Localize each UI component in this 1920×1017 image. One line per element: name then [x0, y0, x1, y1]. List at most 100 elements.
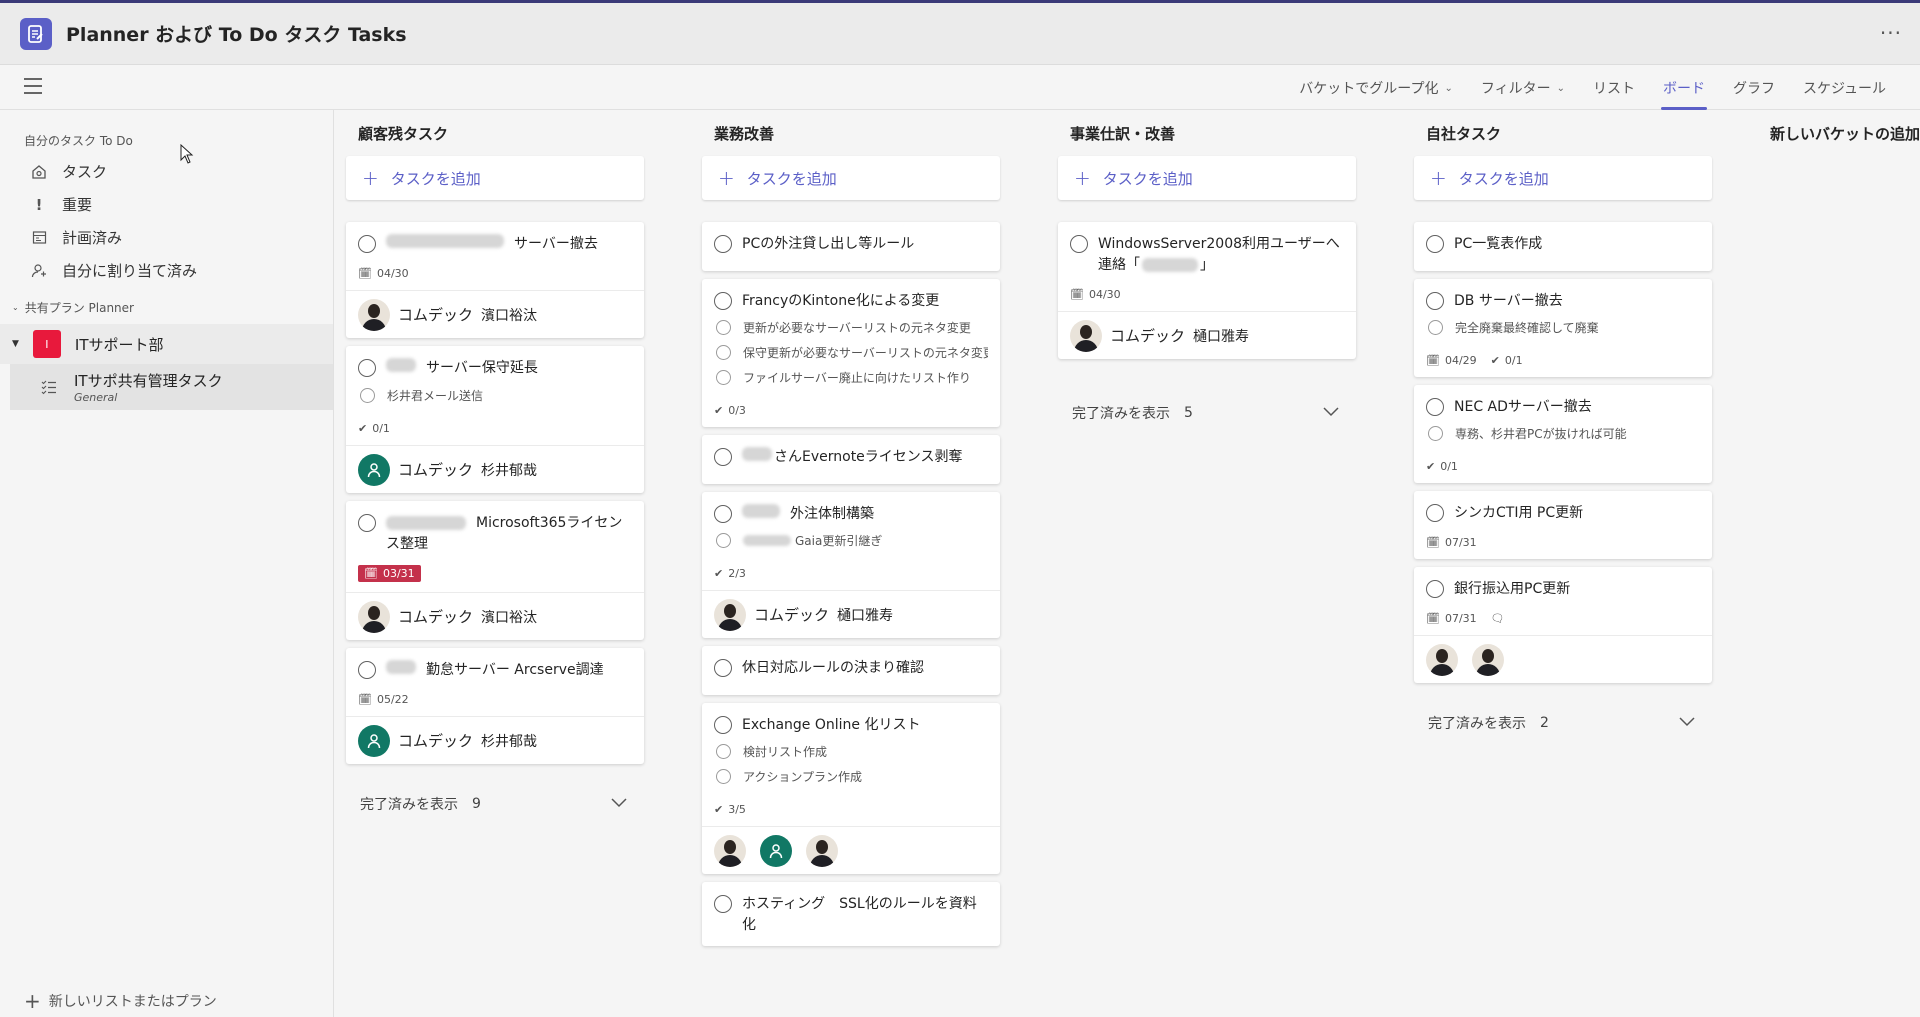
complete-task-checkbox[interactable]: [714, 505, 732, 523]
sidebar-plan-it-support[interactable]: ▼ I ITサポート部: [0, 324, 333, 364]
task-card[interactable]: Exchange Online 化リスト 検討リスト作成 アクションプラン作成 …: [702, 703, 1000, 874]
sidebar-item-important[interactable]: ! 重要: [0, 188, 333, 221]
more-options-icon[interactable]: ···: [1880, 21, 1902, 45]
chevron-down-icon: ⌄: [12, 303, 19, 312]
bucket-customer-tasks: 顧客残タスク + タスクを追加 サーバー撤去 🗓 04/30 コムデック 濱口裕汰 サ…: [346, 110, 644, 822]
shared-plans-section-header[interactable]: ⌄ 共有プラン Planner: [0, 299, 333, 316]
checklist-item-checkbox[interactable]: [1428, 320, 1443, 335]
task-card[interactable]: 外注体制構築 Gaia更新引継ぎ ✔ 2/3 コムデック 樋口雅寿: [702, 492, 1000, 638]
complete-task-checkbox[interactable]: [1426, 235, 1444, 253]
assignee-company: コムデック: [398, 732, 474, 750]
task-title: サーバー保守延長: [426, 360, 538, 376]
task-card[interactable]: PCの外注貸し出し等ルール: [702, 222, 1000, 271]
redacted-text: [742, 447, 772, 461]
checklist-item-checkbox[interactable]: [716, 533, 731, 548]
assignees[interactable]: [1414, 635, 1712, 683]
task-card[interactable]: サーバー保守延長 杉井君メール送信 ✔ 0/1 コムデック 杉井郁哉: [346, 346, 644, 493]
add-new-bucket-button[interactable]: 新しいバケットの追加: [1770, 110, 1920, 156]
assignee[interactable]: コムデック 樋口雅寿: [702, 590, 1000, 638]
task-card[interactable]: WindowsServer2008利用ユーザーへ連絡「」 🗓 04/30 コムデッ…: [1058, 222, 1356, 359]
add-task-button[interactable]: + タスクを追加: [702, 156, 1000, 200]
hamburger-menu-icon[interactable]: [24, 78, 42, 96]
assignee[interactable]: コムデック 濱口裕汰: [346, 290, 644, 338]
task-title-end: 」: [1200, 257, 1214, 273]
complete-task-checkbox[interactable]: [714, 895, 732, 913]
due-date: 04/30: [1088, 288, 1121, 301]
tab-chart[interactable]: グラフ: [1719, 66, 1789, 110]
assignees[interactable]: [702, 826, 1000, 874]
complete-task-checkbox[interactable]: [1426, 580, 1444, 598]
plan-name: ITサポート部: [74, 335, 164, 354]
subplan-name: ITサポ共有管理タスク: [74, 372, 223, 390]
sidebar-item-planned[interactable]: 計画済み: [0, 221, 333, 254]
plus-icon: +: [718, 166, 735, 190]
checklist-item-checkbox[interactable]: [716, 370, 731, 385]
plus-icon: +: [1430, 166, 1447, 190]
checklist-item-checkbox[interactable]: [716, 769, 731, 784]
chevron-down-icon: [1322, 405, 1340, 421]
sidebar-item-label: タスク: [62, 163, 108, 181]
task-title: さんEvernoteライセンス剥奪: [774, 449, 963, 465]
checklist-item: 杉井君メール送信: [387, 389, 484, 403]
complete-task-checkbox[interactable]: [714, 659, 732, 677]
checklist-item-checkbox[interactable]: [360, 388, 375, 403]
show-completed-toggle[interactable]: 完了済みを表示 2: [1414, 705, 1712, 741]
task-card[interactable]: PC一覧表作成: [1414, 222, 1712, 271]
task-card[interactable]: NEC ADサーバー撤去 専務、杉井君PCが抜ければ可能 ✔ 0/1: [1414, 385, 1712, 483]
sidebar-subplan-it-shared[interactable]: ITサポ共有管理タスク General: [10, 364, 333, 410]
complete-task-checkbox[interactable]: [358, 235, 376, 253]
calendar-icon: 🗓: [358, 693, 372, 706]
task-card[interactable]: FrancyのKintone化による変更 更新が必要なサーバーリストの元ネタ変更…: [702, 279, 1000, 427]
task-card[interactable]: シンカCTI用 PC更新 🗓 07/31: [1414, 491, 1712, 559]
person-avatar-icon: [358, 724, 390, 757]
checklist-item-checkbox[interactable]: [716, 320, 731, 335]
chevron-down-icon: [1678, 715, 1696, 731]
task-title: 勤怠サーバー Arcserve調達: [426, 662, 604, 678]
assignee[interactable]: コムデック 杉井郁哉: [346, 445, 644, 493]
assignee[interactable]: コムデック 杉井郁哉: [346, 716, 644, 764]
caret-down-icon[interactable]: ▼: [12, 339, 19, 349]
complete-task-checkbox[interactable]: [714, 716, 732, 734]
sidebar-item-assigned-to-me[interactable]: 自分に割り当て済み: [0, 254, 333, 287]
checklist-item-checkbox[interactable]: [716, 744, 731, 759]
show-completed-toggle[interactable]: 完了済みを表示 9: [346, 786, 644, 822]
checklist-item-checkbox[interactable]: [716, 345, 731, 360]
tab-board[interactable]: ボード: [1649, 66, 1719, 110]
show-completed-toggle[interactable]: 完了済みを表示 5: [1058, 395, 1356, 431]
complete-task-checkbox[interactable]: [358, 514, 376, 532]
task-card[interactable]: 勤怠サーバー Arcserve調達 🗓 05/22 コムデック 杉井郁哉: [346, 648, 644, 764]
add-task-button[interactable]: + タスクを追加: [346, 156, 644, 200]
task-title: Exchange Online 化リスト: [742, 717, 921, 733]
assignee[interactable]: コムデック 濱口裕汰: [346, 592, 644, 640]
checklist-progress: 0/1: [372, 422, 390, 435]
task-card[interactable]: DB サーバー撤去 完全廃棄最終確認して廃棄 🗓 04/29 ✔ 0/1: [1414, 279, 1712, 377]
checklist-item-checkbox[interactable]: [1428, 426, 1443, 441]
complete-task-checkbox[interactable]: [358, 359, 376, 377]
add-task-button[interactable]: + タスクを追加: [1414, 156, 1712, 200]
complete-task-checkbox[interactable]: [1426, 504, 1444, 522]
complete-task-checkbox[interactable]: [714, 448, 732, 466]
sidebar-item-tasks[interactable]: タスク: [0, 155, 333, 188]
new-list-or-plan-button[interactable]: + 新しいリストまたはプラン: [24, 989, 217, 1013]
tab-list[interactable]: リスト: [1579, 66, 1649, 110]
complete-task-checkbox[interactable]: [1426, 292, 1444, 310]
complete-task-checkbox[interactable]: [1070, 235, 1088, 253]
filter-dropdown[interactable]: フィルター ⌄: [1467, 66, 1579, 110]
task-card[interactable]: ホスティング SSL化のルールを資料化: [702, 882, 1000, 946]
complete-task-checkbox[interactable]: [714, 235, 732, 253]
task-card[interactable]: さんEvernoteライセンス剥奪: [702, 435, 1000, 484]
tab-schedule[interactable]: スケジュール: [1789, 66, 1900, 110]
task-card[interactable]: 銀行振込用PC更新 🗓 07/31 🗨: [1414, 567, 1712, 683]
add-task-button[interactable]: + タスクを追加: [1058, 156, 1356, 200]
group-by-dropdown[interactable]: バケットでグループ化 ⌄: [1285, 66, 1467, 110]
my-tasks-section-header: 自分のタスク To Do: [24, 134, 133, 148]
assignee-name: 濱口裕汰: [481, 307, 538, 324]
task-card[interactable]: サーバー撤去 🗓 04/30 コムデック 濱口裕汰: [346, 222, 644, 338]
task-card[interactable]: 休日対応ルールの決まり確認: [702, 646, 1000, 695]
checklist-item: Gaia更新引継ぎ: [795, 534, 883, 548]
task-card[interactable]: Microsoft365ライセンス整理 🗓 03/31 コムデック 濱口裕汰: [346, 501, 644, 640]
complete-task-checkbox[interactable]: [358, 661, 376, 679]
complete-task-checkbox[interactable]: [714, 292, 732, 310]
complete-task-checkbox[interactable]: [1426, 398, 1444, 416]
assignee[interactable]: コムデック 樋口雅寿: [1058, 311, 1356, 359]
